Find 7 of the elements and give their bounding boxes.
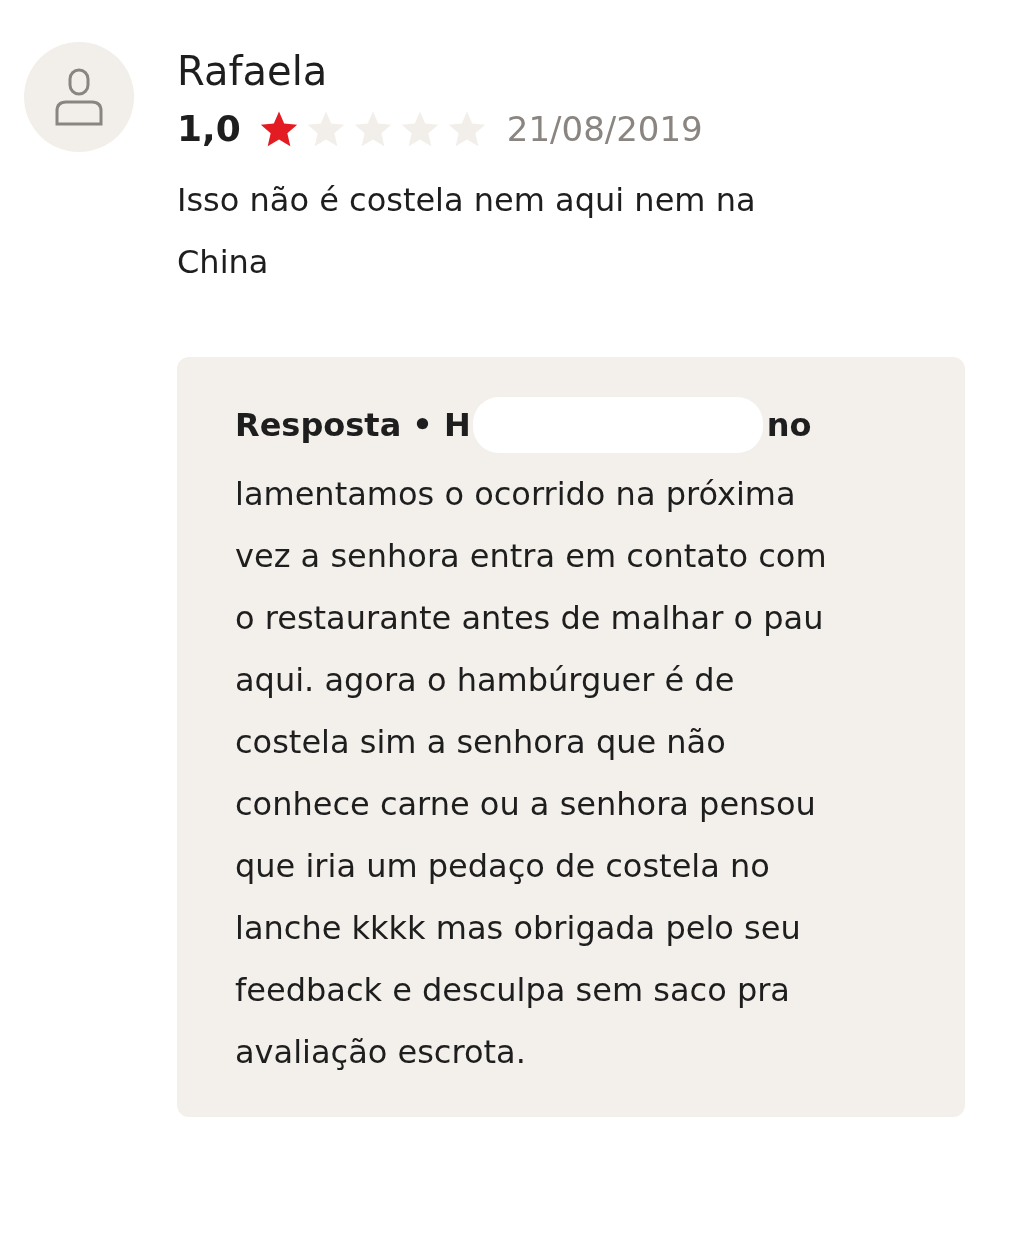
reply-title: Resposta • H [235, 406, 471, 444]
review-date: 21/08/2019 [506, 108, 703, 149]
reply-title-end: no [766, 406, 812, 444]
reply-text: lamentamos o ocorrido na próxima vez a senhora entra em contato com o restaurante antes de malhar o pau aqui. agora o hambúrguer é de costela sim a senhora que não conhece carne ou a senhora pensou que iria um pedaço de costela no lanche kkkk mas obrigada pelo seu feedback e desculpa sem saco pra avaliação escrota. [235, 474, 828, 1073]
author-name: Rafaela [177, 48, 329, 94]
rating-value: 1,0 [177, 108, 241, 149]
review-text: Isso não é costela nem aqui nem na China [177, 180, 757, 283]
